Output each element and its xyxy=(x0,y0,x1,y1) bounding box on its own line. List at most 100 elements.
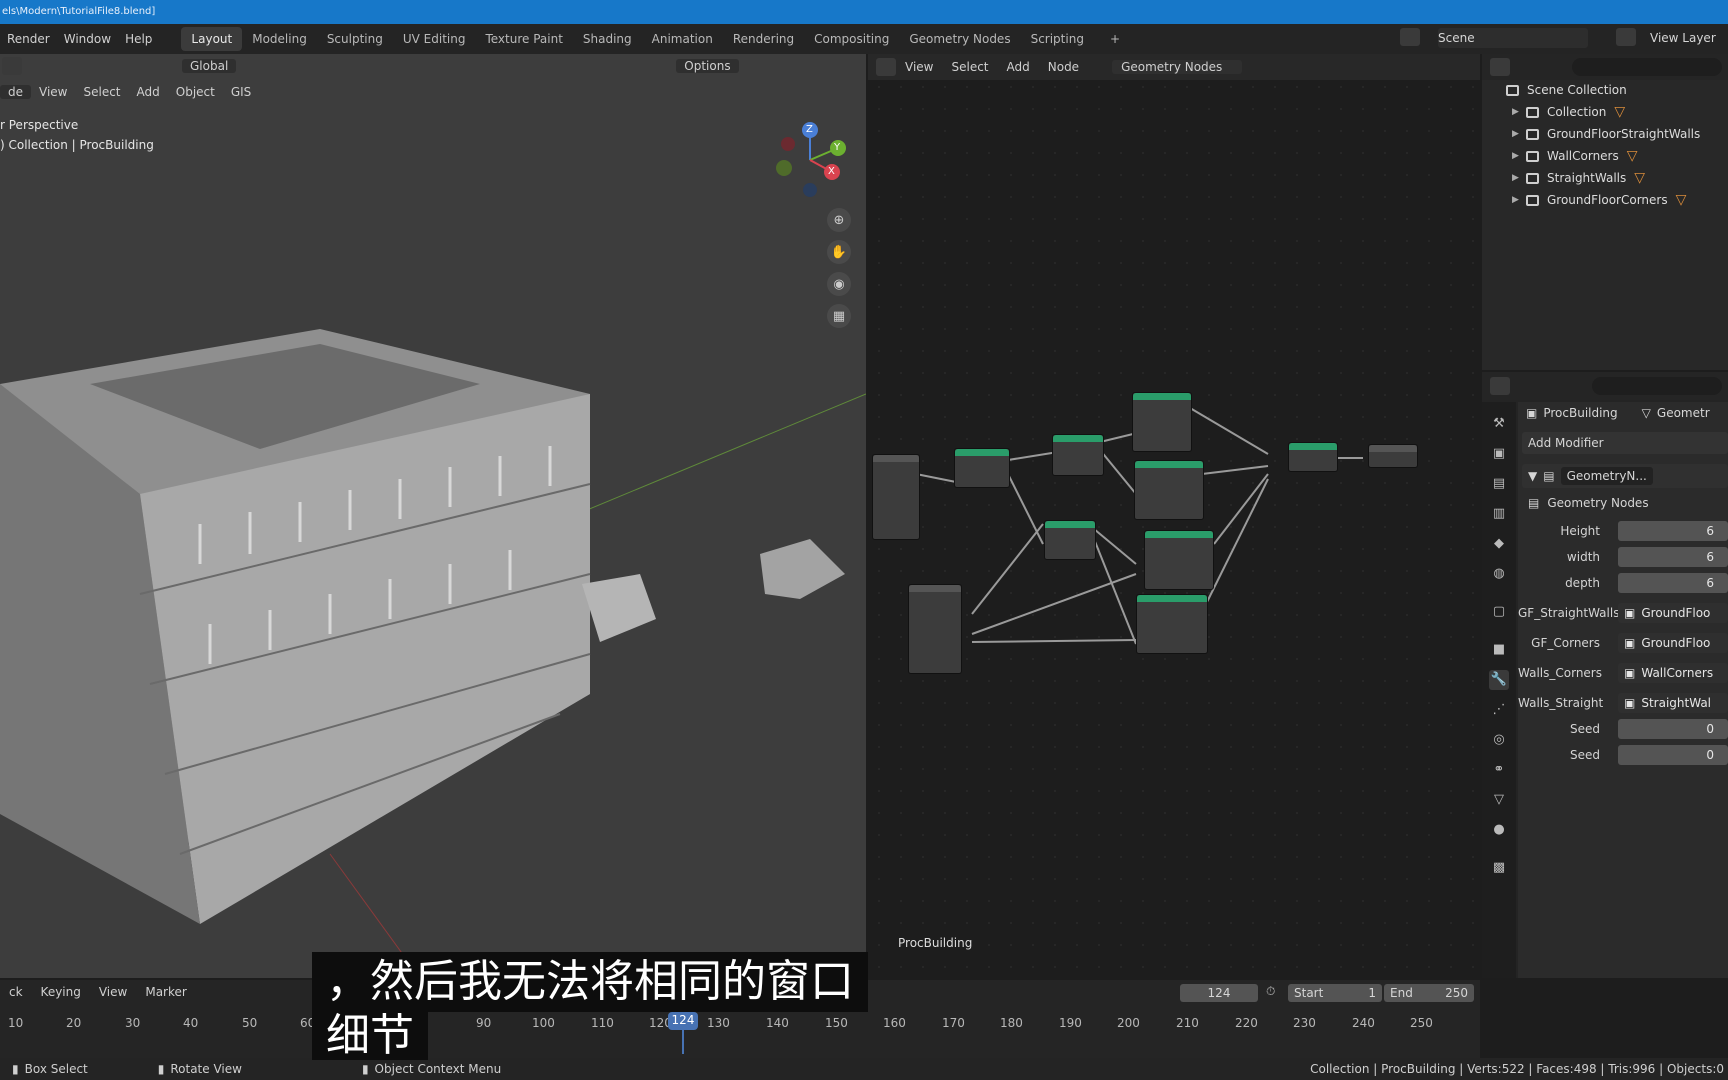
node-editor[interactable]: View Select Add Node Geometry Nodes Proc… xyxy=(868,54,1480,978)
timeline-view-menu[interactable]: View xyxy=(90,985,136,999)
3d-viewport[interactable]: Global Options de View Select Add Object… xyxy=(0,54,866,978)
zoom-icon[interactable]: ⊕ xyxy=(827,208,851,232)
object-tab-icon[interactable]: ■ xyxy=(1489,640,1509,660)
view-layer-name[interactable]: View Layer xyxy=(1650,31,1716,45)
walls-corners-selector[interactable]: ▣ WallCorners xyxy=(1618,663,1728,683)
depth-input[interactable]: 6 xyxy=(1618,573,1728,593)
scene-selector-icon[interactable] xyxy=(1400,28,1430,48)
outliner-item-straightwalls[interactable]: ▶ StraightWalls ▽ xyxy=(1512,168,1645,188)
pan-hand-icon[interactable]: ✋ xyxy=(827,240,851,264)
menu-help[interactable]: Help xyxy=(118,32,159,46)
tab-scripting[interactable]: Scripting xyxy=(1021,27,1094,51)
select-mode-icon[interactable] xyxy=(2,57,22,75)
tab-rendering[interactable]: Rendering xyxy=(723,27,804,51)
gf-straightwalls-selector[interactable]: ▣ GroundFloo xyxy=(1618,603,1728,623)
menu-window[interactable]: Window xyxy=(57,32,118,46)
keying-menu[interactable]: Keying xyxy=(32,985,90,999)
walls-straight-selector[interactable]: ▣ StraightWal xyxy=(1618,693,1728,713)
scene-field[interactable]: Scene xyxy=(1438,28,1588,48)
outliner-item-groundfloorstraightwalls[interactable]: ▶ GroundFloorStraightWalls xyxy=(1512,124,1700,144)
tab-layout[interactable]: Layout xyxy=(181,27,243,51)
current-frame-field[interactable]: 124 xyxy=(1180,984,1258,1002)
tab-geometry-nodes[interactable]: Geometry Nodes xyxy=(899,27,1020,51)
node-instance-on-points-b[interactable] xyxy=(1134,460,1204,520)
options-button[interactable]: Options xyxy=(676,59,739,73)
viewport-scene[interactable] xyxy=(0,54,866,978)
tab-shading[interactable]: Shading xyxy=(573,27,642,51)
viewport-menu-select[interactable]: Select xyxy=(75,85,128,99)
add-modifier-button[interactable]: Add Modifier xyxy=(1522,432,1728,454)
node-transform-b[interactable] xyxy=(1044,520,1096,560)
transform-orientation[interactable]: Global xyxy=(182,59,237,73)
view-layer-tab-icon[interactable]: ▥ xyxy=(1489,504,1509,524)
mode-selector[interactable]: de xyxy=(0,85,31,99)
viewport-menu-view[interactable]: View xyxy=(31,85,75,99)
particles-tab-icon[interactable]: ⋰ xyxy=(1489,700,1509,720)
tool-tab-icon[interactable]: ⚒ xyxy=(1489,414,1509,434)
texture-tab-icon[interactable]: ▩ xyxy=(1489,858,1509,878)
tab-sculpting[interactable]: Sculpting xyxy=(317,27,393,51)
tab-texture-paint[interactable]: Texture Paint xyxy=(475,27,572,51)
expand-arrow-icon[interactable]: ▶ xyxy=(1512,107,1526,117)
modifier-header[interactable]: ▼ ▤ GeometryN... xyxy=(1522,464,1728,488)
properties-editor[interactable]: ⚒ ▣ ▤ ▥ ◆ ◍ ▢ ■ 🔧 ⋰ ◎ ⚭ ▽ ● ▩ ▣ ProcBuil… xyxy=(1482,372,1728,978)
render-tab-icon[interactable]: ▣ xyxy=(1489,444,1509,464)
viewport-menu-object[interactable]: Object xyxy=(168,85,223,99)
node-transform-a[interactable] xyxy=(1052,434,1104,476)
node-instance-on-points-d[interactable] xyxy=(1136,594,1208,654)
outliner-filter-icon[interactable] xyxy=(1490,58,1510,76)
physics-tab-icon[interactable]: ◎ xyxy=(1489,730,1509,750)
expand-arrow-icon[interactable]: ▶ xyxy=(1512,151,1526,161)
add-workspace-icon[interactable]: + xyxy=(1100,27,1130,51)
node-window-geometry[interactable] xyxy=(872,454,920,540)
outliner-item-wallcorners[interactable]: ▶ WallCorners ▽ xyxy=(1512,146,1638,166)
marker-menu[interactable]: Marker xyxy=(136,985,195,999)
playback-menu[interactable]: ck xyxy=(0,985,32,999)
seed-input[interactable]: 0 xyxy=(1618,745,1728,765)
constraints-tab-icon[interactable]: ⚭ xyxy=(1489,760,1509,780)
scene-tab-icon[interactable]: ◆ xyxy=(1489,534,1509,554)
gf-corners-selector[interactable]: ▣ GroundFloo xyxy=(1618,633,1728,653)
expand-arrow-icon[interactable]: ▶ xyxy=(1512,173,1526,183)
output-tab-icon[interactable]: ▤ xyxy=(1489,474,1509,494)
expand-arrow-icon[interactable]: ▶ xyxy=(1512,129,1526,139)
expand-arrow-icon[interactable]: ▶ xyxy=(1512,195,1526,205)
node-join-geometry[interactable] xyxy=(1288,442,1338,472)
viewport-menu-gis[interactable]: GIS xyxy=(223,85,259,99)
properties-editor-type-icon[interactable] xyxy=(1490,377,1510,395)
world-tab-icon[interactable]: ◍ xyxy=(1489,564,1509,584)
collapse-arrow-icon[interactable]: ▼ xyxy=(1528,469,1537,483)
tab-uv-editing[interactable]: UV Editing xyxy=(393,27,476,51)
tab-modeling[interactable]: Modeling xyxy=(242,27,317,51)
modifier-name-field[interactable]: GeometryN... xyxy=(1560,467,1653,485)
node-realize-instances[interactable] xyxy=(954,448,1010,488)
tab-animation[interactable]: Animation xyxy=(642,27,723,51)
view-layer-icon[interactable] xyxy=(1616,28,1636,48)
node-group-output[interactable] xyxy=(1368,444,1418,468)
node-instance-on-points-c[interactable] xyxy=(1144,530,1214,590)
material-tab-icon[interactable]: ● xyxy=(1489,820,1509,840)
node-instance-on-points-a[interactable] xyxy=(1132,392,1192,452)
end-frame-field[interactable]: End 250 xyxy=(1384,984,1474,1002)
outliner-item-collection[interactable]: ▶ Collection ▽ xyxy=(1512,102,1625,122)
data-tab-icon[interactable]: ▽ xyxy=(1489,790,1509,810)
start-frame-field[interactable]: Start 1 xyxy=(1288,984,1382,1002)
width-input[interactable]: 6 xyxy=(1618,547,1728,567)
camera-icon[interactable]: ◉ xyxy=(827,272,851,296)
node-group-row[interactable]: ▤ Geometry Nodes xyxy=(1528,496,1649,510)
grid-icon[interactable]: ▦ xyxy=(827,304,851,328)
menu-render[interactable]: Render xyxy=(0,32,57,46)
outliner-scene-collection[interactable]: Scene Collection xyxy=(1506,80,1627,100)
collection-tab-icon[interactable]: ▢ xyxy=(1489,602,1509,622)
viewport-menu-add[interactable]: Add xyxy=(129,85,168,99)
timer-icon[interactable]: ⏱ xyxy=(1266,984,1275,999)
node-group-input[interactable] xyxy=(908,584,962,674)
outliner-item-groundfloorcorners[interactable]: ▶ GroundFloorCorners ▽ xyxy=(1512,190,1686,210)
seed-input[interactable]: 0 xyxy=(1618,719,1728,739)
properties-search-input[interactable] xyxy=(1592,377,1722,395)
tab-compositing[interactable]: Compositing xyxy=(804,27,899,51)
height-input[interactable]: 6 xyxy=(1618,521,1728,541)
outliner[interactable]: Scene Collection ▶ Collection ▽ ▶ Ground… xyxy=(1482,54,1728,370)
outliner-search-input[interactable] xyxy=(1572,58,1722,76)
modifier-wrench-icon[interactable]: 🔧 xyxy=(1489,670,1509,690)
